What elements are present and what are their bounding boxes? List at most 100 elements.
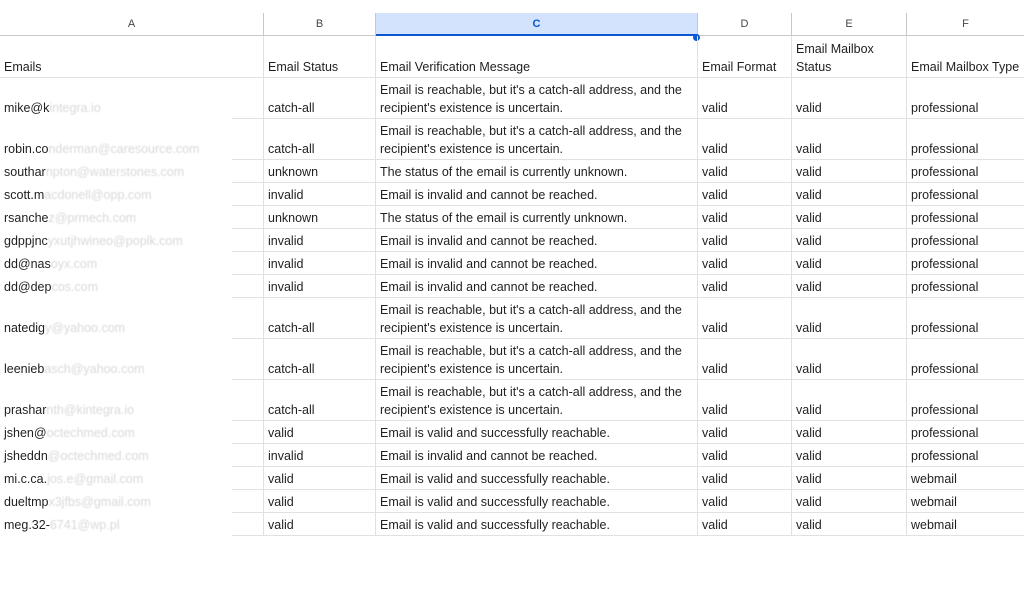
- cell-status[interactable]: invalid: [264, 444, 376, 467]
- cell-format[interactable]: valid: [698, 229, 792, 252]
- cell-message[interactable]: Email is valid and successfully reachabl…: [376, 467, 698, 490]
- cell-email[interactable]: natedigy@yahoo.com: [0, 298, 232, 339]
- cell-email[interactable]: robin.conderman@caresource.com: [0, 119, 232, 160]
- cell-status[interactable]: invalid: [264, 229, 376, 252]
- cell-status[interactable]: valid: [264, 490, 376, 513]
- header-cell-emails[interactable]: Emails: [0, 37, 264, 78]
- cell-mailbox-type[interactable]: professional: [907, 275, 1024, 298]
- cell-mailbox-status[interactable]: valid: [792, 78, 907, 119]
- cell-message[interactable]: Email is reachable, but it's a catch-all…: [376, 298, 698, 339]
- header-cell-email-status[interactable]: Email Status: [264, 37, 376, 78]
- cell-mailbox-status[interactable]: valid: [792, 183, 907, 206]
- cell-status[interactable]: invalid: [264, 252, 376, 275]
- cell-status[interactable]: invalid: [264, 183, 376, 206]
- cell-format[interactable]: valid: [698, 252, 792, 275]
- cell-message[interactable]: Email is invalid and cannot be reached.: [376, 444, 698, 467]
- cell-status[interactable]: valid: [264, 421, 376, 444]
- cell-message[interactable]: Email is reachable, but it's a catch-all…: [376, 119, 698, 160]
- cell-email[interactable]: dd@depcos.com: [0, 275, 232, 298]
- cell-mailbox-status[interactable]: valid: [792, 275, 907, 298]
- cell-message[interactable]: Email is reachable, but it's a catch-all…: [376, 380, 698, 421]
- cell-mailbox-type[interactable]: professional: [907, 380, 1024, 421]
- cell-email[interactable]: rsanchez@prmech.com: [0, 206, 232, 229]
- cell-status[interactable]: invalid: [264, 275, 376, 298]
- cell-mailbox-type[interactable]: webmail: [907, 513, 1024, 536]
- cell-mailbox-type[interactable]: professional: [907, 160, 1024, 183]
- cell-email[interactable]: prasharnth@kintegra.io: [0, 380, 232, 421]
- header-cell-verification-message[interactable]: Email Verification Message: [376, 37, 698, 78]
- header-cell-email-format[interactable]: Email Format: [698, 37, 792, 78]
- column-header-d[interactable]: D: [698, 13, 792, 36]
- cell-format[interactable]: valid: [698, 339, 792, 380]
- cell-email[interactable]: leeniebasch@yahoo.com: [0, 339, 232, 380]
- cell-mailbox-status[interactable]: valid: [792, 252, 907, 275]
- cell-format[interactable]: valid: [698, 467, 792, 490]
- cell-mailbox-status[interactable]: valid: [792, 298, 907, 339]
- cell-message[interactable]: The status of the email is currently unk…: [376, 160, 698, 183]
- cell-mailbox-type[interactable]: professional: [907, 298, 1024, 339]
- cell-email[interactable]: dd@nasoyx.com: [0, 252, 232, 275]
- cell-message[interactable]: Email is invalid and cannot be reached.: [376, 275, 698, 298]
- cell-message[interactable]: Email is invalid and cannot be reached.: [376, 183, 698, 206]
- cell-email[interactable]: mi.c.ca.jos.e@gmail.com: [0, 467, 232, 490]
- cell-mailbox-type[interactable]: professional: [907, 206, 1024, 229]
- cell-email[interactable]: meg.32-6741@wp.pl: [0, 513, 232, 536]
- column-header-c[interactable]: C: [376, 13, 698, 36]
- cell-message[interactable]: Email is invalid and cannot be reached.: [376, 229, 698, 252]
- column-header-f[interactable]: F: [907, 13, 1024, 36]
- cell-email[interactable]: jsheddn@octechmed.com: [0, 444, 232, 467]
- cell-format[interactable]: valid: [698, 206, 792, 229]
- cell-format[interactable]: valid: [698, 380, 792, 421]
- cell-format[interactable]: valid: [698, 160, 792, 183]
- cell-message[interactable]: The status of the email is currently unk…: [376, 206, 698, 229]
- cell-mailbox-type[interactable]: professional: [907, 252, 1024, 275]
- cell-status[interactable]: catch-all: [264, 78, 376, 119]
- cell-mailbox-type[interactable]: professional: [907, 78, 1024, 119]
- cell-mailbox-status[interactable]: valid: [792, 513, 907, 536]
- cell-mailbox-status[interactable]: valid: [792, 206, 907, 229]
- cell-mailbox-status[interactable]: valid: [792, 490, 907, 513]
- cell-mailbox-type[interactable]: professional: [907, 444, 1024, 467]
- cell-email[interactable]: scott.macdonell@opp.com: [0, 183, 232, 206]
- cell-format[interactable]: valid: [698, 490, 792, 513]
- cell-format[interactable]: valid: [698, 275, 792, 298]
- column-header-b[interactable]: B: [264, 13, 376, 36]
- cell-status[interactable]: catch-all: [264, 380, 376, 421]
- cell-format[interactable]: valid: [698, 298, 792, 339]
- cell-mailbox-status[interactable]: valid: [792, 160, 907, 183]
- cell-format[interactable]: valid: [698, 78, 792, 119]
- cell-status[interactable]: valid: [264, 467, 376, 490]
- cell-mailbox-status[interactable]: valid: [792, 444, 907, 467]
- cell-mailbox-status[interactable]: valid: [792, 421, 907, 444]
- cell-message[interactable]: Email is reachable, but it's a catch-all…: [376, 339, 698, 380]
- cell-status[interactable]: catch-all: [264, 339, 376, 380]
- cell-mailbox-status[interactable]: valid: [792, 380, 907, 421]
- cell-message[interactable]: Email is valid and successfully reachabl…: [376, 421, 698, 444]
- cell-message[interactable]: Email is invalid and cannot be reached.: [376, 252, 698, 275]
- cell-email[interactable]: southarnpton@waterstones.com: [0, 160, 232, 183]
- cell-status[interactable]: catch-all: [264, 119, 376, 160]
- cell-format[interactable]: valid: [698, 513, 792, 536]
- cell-mailbox-status[interactable]: valid: [792, 229, 907, 252]
- cell-mailbox-type[interactable]: professional: [907, 229, 1024, 252]
- cell-email[interactable]: gdppjncyxutjhwineo@poplk.com: [0, 229, 232, 252]
- cell-format[interactable]: valid: [698, 183, 792, 206]
- cell-format[interactable]: valid: [698, 421, 792, 444]
- cell-status[interactable]: unknown: [264, 206, 376, 229]
- cell-status[interactable]: valid: [264, 513, 376, 536]
- header-cell-mailbox-status[interactable]: Email Mailbox Status: [792, 37, 907, 78]
- cell-email[interactable]: dueltmpx3jfbs@gmail.com: [0, 490, 232, 513]
- cell-message[interactable]: Email is reachable, but it's a catch-all…: [376, 78, 698, 119]
- cell-mailbox-type[interactable]: professional: [907, 339, 1024, 380]
- cell-mailbox-type[interactable]: webmail: [907, 490, 1024, 513]
- cell-mailbox-type[interactable]: webmail: [907, 467, 1024, 490]
- cell-email[interactable]: mike@kintegra.io: [0, 78, 232, 119]
- cell-format[interactable]: valid: [698, 119, 792, 160]
- cell-status[interactable]: unknown: [264, 160, 376, 183]
- cell-message[interactable]: Email is valid and successfully reachabl…: [376, 490, 698, 513]
- cell-mailbox-type[interactable]: professional: [907, 119, 1024, 160]
- cell-mailbox-status[interactable]: valid: [792, 119, 907, 160]
- cell-mailbox-type[interactable]: professional: [907, 183, 1024, 206]
- column-header-a[interactable]: A: [0, 13, 264, 36]
- cell-mailbox-status[interactable]: valid: [792, 467, 907, 490]
